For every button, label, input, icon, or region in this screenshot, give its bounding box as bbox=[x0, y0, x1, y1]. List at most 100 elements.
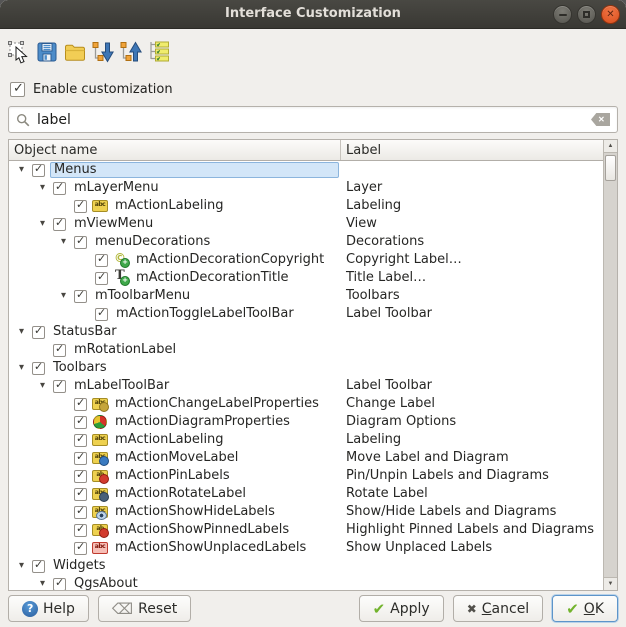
row-checkbox[interactable] bbox=[32, 560, 45, 573]
vertical-scrollbar[interactable]: ▲ ▼ bbox=[603, 140, 617, 590]
row-checkbox[interactable] bbox=[74, 524, 87, 537]
cancel-button[interactable]: Cancel bbox=[453, 595, 544, 622]
object-name: Menus bbox=[50, 162, 339, 178]
close-button[interactable]: ✕ bbox=[601, 5, 620, 24]
row-checkbox[interactable] bbox=[53, 578, 66, 591]
row-checkbox[interactable] bbox=[74, 416, 87, 429]
tree-row[interactable]: mActionPinLabelsPin/Unpin Labels and Dia… bbox=[9, 467, 603, 485]
tree-row[interactable]: mActionRotateLabelRotate Label bbox=[9, 485, 603, 503]
tree-row[interactable]: ▾ Menus bbox=[9, 161, 603, 179]
row-checkbox[interactable] bbox=[95, 272, 108, 285]
column-header-label[interactable]: Label bbox=[341, 140, 603, 160]
row-checkbox[interactable] bbox=[95, 254, 108, 267]
tree-row[interactable]: mActionLabelingLabeling bbox=[9, 431, 603, 449]
object-name: mToolbarMenu bbox=[92, 288, 193, 304]
row-checkbox[interactable] bbox=[74, 398, 87, 411]
row-checkbox[interactable] bbox=[32, 164, 45, 177]
ok-button[interactable]: OK bbox=[552, 595, 618, 622]
indent-spacer bbox=[9, 368, 19, 369]
row-checkbox[interactable] bbox=[74, 290, 87, 303]
row-checkbox[interactable] bbox=[74, 488, 87, 501]
search-box bbox=[8, 106, 618, 133]
expand-tree-button[interactable] bbox=[145, 37, 173, 67]
expand-arrow-icon[interactable]: ▾ bbox=[61, 233, 74, 251]
tree-row[interactable]: ▾mLayerMenuLayer bbox=[9, 179, 603, 197]
search-input[interactable] bbox=[37, 112, 584, 128]
expand-arrow-icon[interactable]: ▾ bbox=[40, 377, 53, 395]
expand-arrow-icon[interactable]: ▾ bbox=[40, 215, 53, 233]
clear-search-button[interactable] bbox=[591, 113, 610, 126]
row-checkbox[interactable] bbox=[74, 434, 87, 447]
object-name: Widgets bbox=[50, 558, 109, 574]
object-name: mActionLabeling bbox=[112, 198, 227, 214]
row-checkbox[interactable] bbox=[95, 308, 108, 321]
expand-arrow-icon[interactable]: ▾ bbox=[61, 287, 74, 305]
tree-row[interactable]: ▾ mToolbarMenu Toolbars bbox=[9, 287, 603, 305]
expand-arrow-icon[interactable]: ▾ bbox=[40, 575, 53, 590]
object-name: mLayerMenu bbox=[71, 180, 162, 196]
tree-row[interactable]: mActionShowUnplacedLabelsShow Unplaced L… bbox=[9, 539, 603, 557]
expand-arrow-icon[interactable]: ▾ bbox=[19, 323, 32, 341]
scroll-down-button[interactable]: ▼ bbox=[604, 577, 617, 590]
row-checkbox[interactable] bbox=[74, 236, 87, 249]
row-checkbox[interactable] bbox=[53, 380, 66, 393]
minimize-button[interactable] bbox=[553, 5, 572, 24]
row-checkbox[interactable] bbox=[53, 218, 66, 231]
tree-row[interactable]: ▾menuDecorationsDecorations bbox=[9, 233, 603, 251]
expand-arrow-icon[interactable]: ▾ bbox=[19, 359, 32, 377]
enable-customization-checkbox[interactable] bbox=[10, 82, 25, 97]
object-label: Toolbars bbox=[346, 287, 400, 305]
tree-row[interactable]: ▾mLabelToolBarLabel Toolbar bbox=[9, 377, 603, 395]
save-customization-button[interactable] bbox=[33, 37, 61, 67]
indent-spacer bbox=[9, 278, 82, 279]
tree-row[interactable]: mRotationLabel bbox=[9, 341, 603, 359]
scrollbar-thumb[interactable] bbox=[605, 155, 616, 181]
tree-row[interactable]: mActionDecorationCopyrightCopyright Labe… bbox=[9, 251, 603, 269]
expand-arrow-icon[interactable]: ▾ bbox=[19, 557, 32, 575]
maximize-icon bbox=[583, 11, 590, 18]
row-checkbox[interactable] bbox=[74, 452, 87, 465]
apply-button[interactable]: Apply bbox=[359, 595, 444, 622]
minimize-icon bbox=[559, 14, 567, 16]
expand-arrow-icon[interactable]: ▾ bbox=[40, 179, 53, 197]
indent-spacer bbox=[9, 170, 19, 171]
abc-rotate-icon bbox=[92, 487, 109, 501]
row-checkbox[interactable] bbox=[74, 200, 87, 213]
object-name: mRotationLabel bbox=[71, 342, 179, 358]
tree-row[interactable]: mActionToggleLabelToolBarLabel Toolbar bbox=[9, 305, 603, 323]
tree-row[interactable]: mActionDecorationTitleTitle Label… bbox=[9, 269, 603, 287]
abc-pin-icon bbox=[92, 523, 109, 537]
catch-widgets-button[interactable] bbox=[89, 37, 117, 67]
tree-row[interactable]: ▾StatusBar bbox=[9, 323, 603, 341]
maximize-button[interactable] bbox=[577, 5, 596, 24]
reset-button[interactable]: Reset bbox=[98, 595, 191, 622]
tree-row[interactable]: ▾Toolbars bbox=[9, 359, 603, 377]
select-widgets-button[interactable] bbox=[5, 37, 33, 67]
row-checkbox[interactable] bbox=[32, 326, 45, 339]
indent-spacer bbox=[9, 530, 61, 531]
expand-arrow-icon[interactable]: ▾ bbox=[19, 161, 32, 179]
tree-row[interactable]: ▾QgsAbout bbox=[9, 575, 603, 590]
tree-row[interactable]: ▾ Widgets bbox=[9, 557, 603, 575]
row-checkbox[interactable] bbox=[74, 542, 87, 555]
row-checkbox[interactable] bbox=[32, 362, 45, 375]
tree-row[interactable]: mActionMoveLabelMove Label and Diagram bbox=[9, 449, 603, 467]
row-checkbox[interactable] bbox=[74, 470, 87, 483]
object-label: Diagram Options bbox=[346, 413, 456, 431]
tree-row[interactable]: mActionChangeLabelPropertiesChange Label bbox=[9, 395, 603, 413]
help-button[interactable]: Help bbox=[8, 595, 89, 622]
column-header-object-name[interactable]: Object name bbox=[9, 140, 341, 160]
indent-spacer bbox=[9, 512, 61, 513]
tree-row[interactable]: mActionShowPinnedLabelsHighlight Pinned … bbox=[9, 521, 603, 539]
open-customization-icon bbox=[63, 40, 87, 64]
row-checkbox[interactable] bbox=[53, 182, 66, 195]
open-customization-button[interactable] bbox=[61, 37, 89, 67]
row-checkbox[interactable] bbox=[53, 344, 66, 357]
tree-row[interactable]: ▾mViewMenuView bbox=[9, 215, 603, 233]
tree-row[interactable]: mActionDiagramPropertiesDiagram Options bbox=[9, 413, 603, 431]
scroll-up-button[interactable]: ▲ bbox=[604, 140, 617, 153]
tree-row[interactable]: mActionLabelingLabeling bbox=[9, 197, 603, 215]
release-widgets-button[interactable] bbox=[117, 37, 145, 67]
tree-row[interactable]: mActionShowHideLabelsShow/Hide Labels an… bbox=[9, 503, 603, 521]
row-checkbox[interactable] bbox=[74, 506, 87, 519]
